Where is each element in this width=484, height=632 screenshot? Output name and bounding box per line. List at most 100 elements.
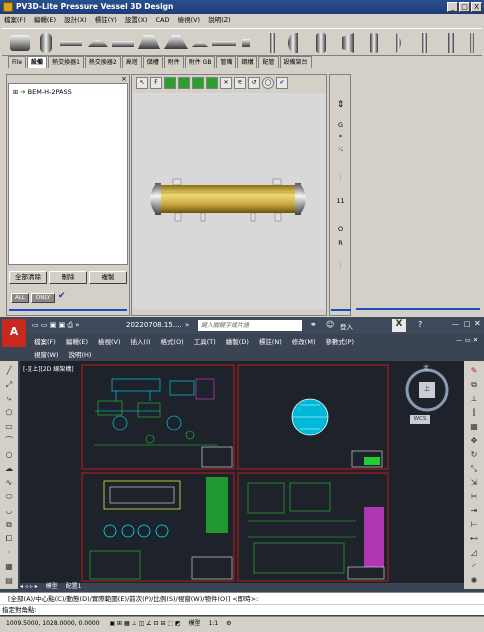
model-space-button[interactable]: 模型 — [189, 620, 201, 627]
doc-window-controls[interactable]: — ▭ ✕ — [456, 336, 478, 344]
menu-file[interactable]: 檔案(F) — [4, 16, 26, 24]
rotate-icon[interactable]: ↺ — [248, 77, 260, 89]
join-icon[interactable]: ⊷ — [468, 533, 480, 545]
status-toggle-icons[interactable]: ▣ ⊞ ▦ ⊥ ◫ ∠ ⊡ ⊟ ⬚ ◩ — [109, 620, 180, 627]
cad-menu-modify[interactable]: 修改(M) — [292, 338, 316, 346]
annotation-scale[interactable]: 1:1 — [209, 620, 219, 627]
tab-layout1[interactable]: 配置1 — [66, 583, 82, 590]
cad-close-button[interactable]: ✕ — [474, 319, 481, 328]
trim-icon[interactable]: ✂ — [468, 491, 480, 503]
arc-icon[interactable]: ⌒ — [3, 435, 15, 447]
maximize-button[interactable]: □ — [459, 2, 470, 12]
cad-menu-dimension[interactable]: 標註(N) — [259, 338, 282, 346]
cad-menu-parametric[interactable]: 參數式(P) — [325, 338, 354, 346]
rectangle-icon[interactable]: ▭ — [3, 421, 15, 433]
table-icon[interactable]: ▤ — [3, 575, 15, 587]
pan-icon[interactable]: F — [150, 77, 162, 89]
tab-equipment[interactable]: 設備 — [27, 56, 48, 68]
cad-menu-window[interactable]: 視窗(W) — [34, 351, 59, 359]
ellipse-arc-icon[interactable]: ◡ — [3, 505, 15, 517]
binoculars-icon[interactable]: ⚭ — [310, 320, 317, 329]
toggle-r-button[interactable]: R — [334, 237, 347, 250]
polyline-icon[interactable]: ⤷ — [3, 393, 15, 405]
check-icon[interactable]: ✔ — [58, 291, 66, 301]
side-slider-track[interactable] — [331, 309, 351, 311]
only-filter-button[interactable]: ONLY — [31, 293, 55, 303]
menu-help[interactable]: 說明(Z) — [208, 16, 231, 24]
shape-icons[interactable] — [2, 29, 482, 57]
cad-menu-file[interactable]: 檔案(F) — [34, 338, 56, 346]
drawing-area[interactable]: [-][上][2D 線架構] 北 上 WCS — [20, 361, 464, 583]
tab-piping[interactable]: 配管 — [258, 56, 279, 68]
bottom-slider-track[interactable] — [356, 308, 480, 310]
vertical-slider-icon[interactable]: ⋮ — [334, 171, 347, 184]
title-more-icon[interactable]: » — [185, 321, 189, 329]
axis-xyz-icon[interactable]: ⤯ — [334, 143, 347, 156]
close-button[interactable]: X — [471, 2, 482, 12]
menu-view[interactable]: 檢視(V) — [178, 16, 201, 24]
stretch-icon[interactable]: ⇲ — [468, 477, 480, 489]
new-file-icon[interactable]: ▭ — [32, 321, 39, 329]
exchange-icon[interactable]: X — [392, 319, 406, 332]
hatch-icon[interactable]: ▦ — [3, 561, 15, 573]
cad-minimize-button[interactable]: — — [452, 320, 459, 328]
delete-button[interactable]: 刪除 — [49, 271, 87, 284]
tab-heat-exchanger-1[interactable]: 熱交換器1 — [48, 56, 84, 68]
menu-design[interactable]: 設計(X) — [64, 16, 87, 24]
ellipse-icon[interactable]: ⬭ — [3, 491, 15, 503]
view-top-icon[interactable] — [192, 77, 204, 89]
command-input[interactable]: 指定對角點: — [0, 604, 484, 615]
cad-menu-tools[interactable]: 工具(T) — [194, 338, 216, 346]
view-iso-icon[interactable] — [206, 77, 218, 89]
cad-menu-insert[interactable]: 插入(I) — [131, 338, 151, 346]
component-tree[interactable]: ⊞ ➔ BEM-H-2PASS — [8, 83, 128, 265]
panel-slider-track[interactable] — [9, 309, 127, 311]
open-folder-icon[interactable]: ▭ — [41, 321, 48, 329]
tab-tower[interactable]: 高塔 — [121, 56, 142, 68]
cad-menu-format[interactable]: 格式(O) — [161, 338, 184, 346]
cad-menu-edit[interactable]: 編輯(E) — [66, 338, 88, 346]
heat-exchanger-model[interactable] — [133, 93, 326, 309]
help-icon[interactable]: ? — [418, 320, 422, 329]
tab-file[interactable]: File — [8, 56, 27, 68]
extend-icon[interactable]: ⇥ — [468, 505, 480, 517]
toggle-o-button[interactable]: O — [334, 223, 347, 236]
select-arrow-icon[interactable]: ↖ — [136, 77, 148, 89]
make-block-icon[interactable]: ⧠ — [3, 533, 15, 545]
cad-restore-button[interactable]: □ — [464, 320, 471, 328]
tree-panel-close-icon[interactable]: × — [121, 75, 127, 83]
tab-accessories-gb[interactable]: 附件 GB — [184, 56, 216, 68]
tab-tank[interactable]: 儲槽 — [142, 56, 163, 68]
line-tool-icon[interactable]: ╱ — [3, 365, 15, 377]
erase-icon[interactable]: ✎ — [468, 365, 480, 377]
clear-all-button[interactable]: 全部清除 — [9, 271, 47, 284]
vertical-slider-2-icon[interactable]: ⋮ — [334, 259, 347, 272]
tab-nozzle[interactable]: 管嘴 — [216, 56, 237, 68]
user-icon[interactable]: ☺ — [326, 320, 334, 329]
mirror-icon[interactable]: ⟂ — [468, 393, 480, 405]
all-filter-button[interactable]: ALL — [11, 293, 29, 303]
more-icon[interactable]: » — [75, 321, 79, 329]
minimize-button[interactable]: _ — [447, 2, 458, 12]
cad-menu-help[interactable]: 說明(H) — [69, 351, 92, 359]
scale-icon[interactable]: ⤡ — [468, 463, 480, 475]
expand-icon[interactable]: ⊞ — [13, 89, 18, 96]
point-icon[interactable]: · — [3, 547, 15, 559]
print-icon[interactable]: ⎙ — [67, 321, 73, 329]
chamfer-icon[interactable]: ◿ — [468, 547, 480, 559]
search-input[interactable]: 鍵入關鍵字或片語 — [198, 320, 302, 331]
break-icon[interactable]: ⊢ — [468, 519, 480, 531]
autocad-logo-icon[interactable]: A — [2, 319, 26, 347]
menu-cad[interactable]: CAD — [156, 16, 170, 24]
view-front-icon[interactable] — [164, 77, 176, 89]
tab-heat-exchanger-2[interactable]: 熱交換器2 — [84, 56, 121, 68]
array-icon[interactable]: ▦ — [468, 421, 480, 433]
explode-icon[interactable]: ✺ — [468, 575, 480, 587]
quick-access-toolbar[interactable]: ▭ ▭ ▣ ▣ ⎙ » — [32, 321, 80, 330]
wcs-menu[interactable]: WCS — [410, 415, 430, 424]
circle-icon[interactable]: ○ — [3, 449, 15, 461]
revcloud-icon[interactable]: ☁ — [3, 463, 15, 475]
menu-edit[interactable]: 編輯(E) — [34, 16, 56, 24]
render-icon[interactable]: ◯ — [262, 77, 274, 89]
3d-canvas[interactable] — [133, 93, 326, 309]
